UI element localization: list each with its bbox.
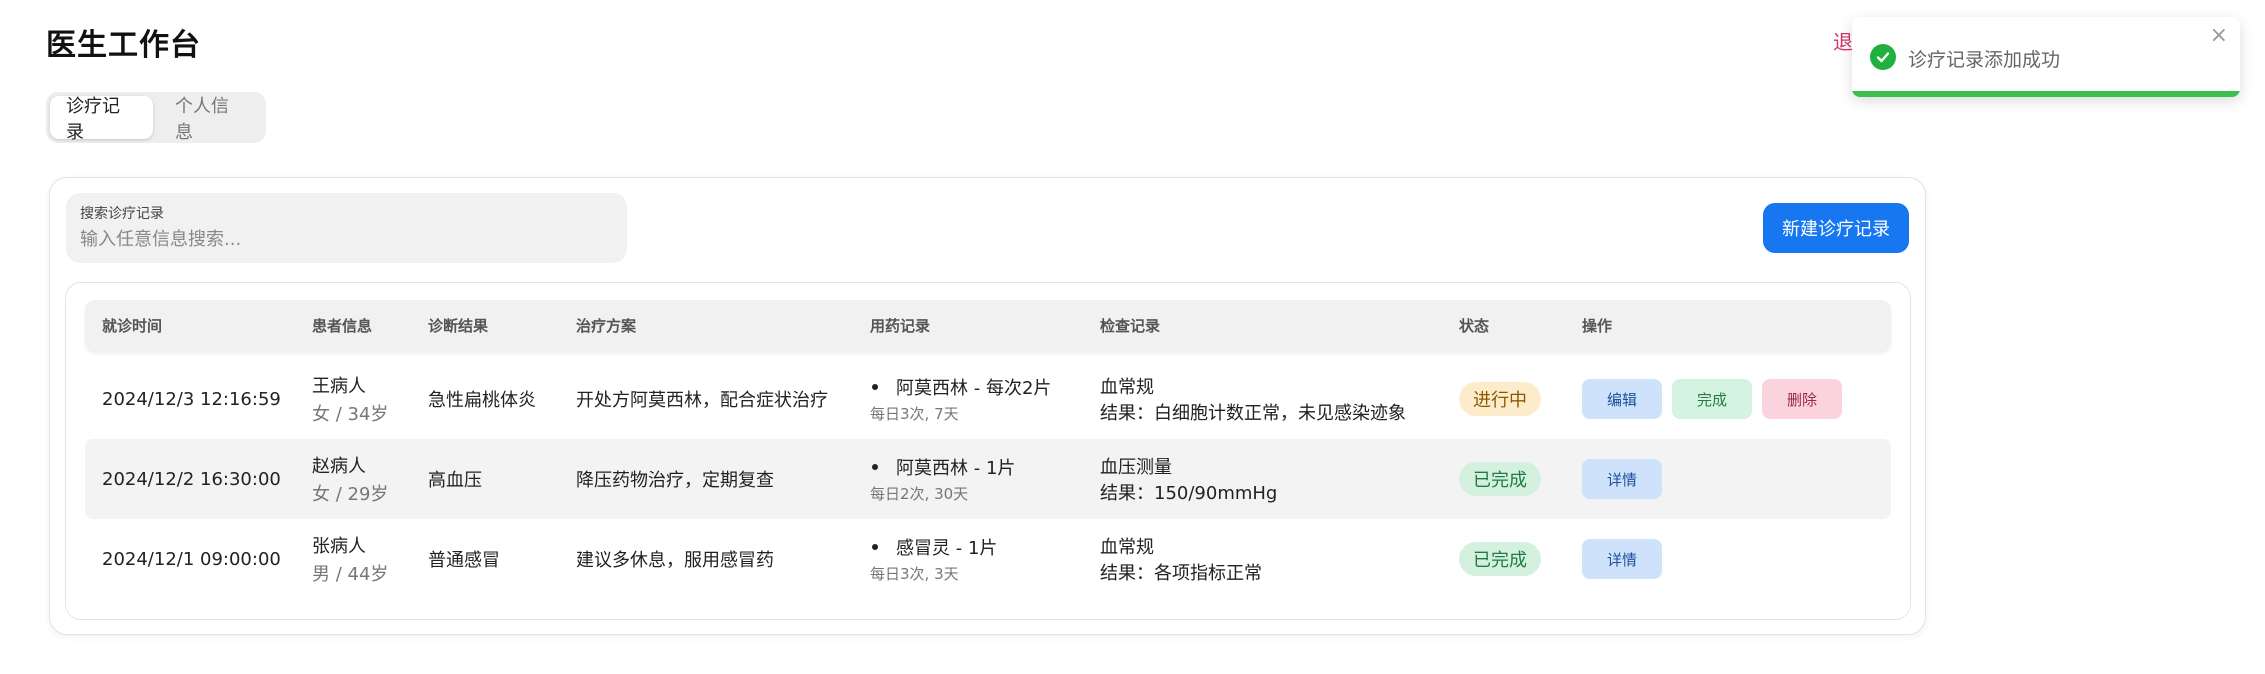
details-button[interactable]: 详情 (1582, 459, 1662, 499)
column-header-status: 状态 (1459, 317, 1490, 335)
status-badge: 进行中 (1459, 382, 1541, 416)
page-title: 医生工作台 (46, 28, 201, 63)
bullet-icon (872, 384, 878, 390)
patient-info: 赵病人 女 / 29岁 (312, 439, 388, 519)
tab-profile[interactable]: 个人信息 (159, 96, 262, 143)
search-label: 搜索诊疗记录 (80, 206, 164, 222)
treatment-plan: 开处方阿莫西林，配合症状治疗 (576, 390, 828, 411)
patient-name: 王病人 (312, 376, 366, 397)
patient-gender-age: 女 / 29岁 (312, 484, 389, 505)
actions-cell: 详情 (1582, 439, 1662, 519)
column-header-diagnosis: 诊断结果 (428, 317, 489, 335)
tab-records[interactable]: 诊疗记录 (50, 96, 153, 143)
patient-info: 王病人 女 / 34岁 (312, 359, 388, 439)
diagnosis: 急性扁桃体炎 (428, 390, 536, 411)
medication-name: 阿莫西林 - 每次2片 (896, 378, 1052, 399)
table-header: 就诊时间 患者信息 诊断结果 治疗方案 用药记录 检查记录 状态 操作 (85, 300, 1891, 352)
actions-cell: 详情 (1582, 519, 1662, 599)
treatment-plan: 降压药物治疗，定期复查 (576, 470, 774, 491)
records-card: 搜索诊疗记录 新建诊疗记录 就诊时间 患者信息 诊断结果 治疗方案 用药记录 检… (49, 177, 1926, 635)
tab-bar: 诊疗记录 个人信息 (46, 92, 266, 143)
medication-name: 阿莫西林 - 1片 (896, 458, 1016, 479)
exam-result: 结果：各项指标正常 (1100, 563, 1262, 584)
patient-gender-age: 男 / 44岁 (312, 564, 389, 585)
details-button[interactable]: 详情 (1582, 539, 1662, 579)
search-box: 搜索诊疗记录 (66, 193, 627, 263)
medication-line: 感冒灵 - 1片 (870, 534, 997, 560)
table-row: 2024/12/2 16:30:00 赵病人 女 / 29岁 高血压 降压药物治… (85, 439, 1891, 519)
status-badge: 已完成 (1459, 462, 1541, 496)
exam-result: 结果：白细胞计数正常，未见感染迹象 (1100, 403, 1406, 424)
medication-record: 阿莫西林 - 每次2片 每日3次, 7天 (870, 359, 1051, 439)
bullet-icon (872, 544, 878, 550)
bullet-icon (872, 464, 878, 470)
exam-record: 血常规 结果：各项指标正常 (1100, 519, 1262, 599)
search-input[interactable] (80, 229, 613, 250)
toast-progress-bar (1852, 91, 2240, 97)
edit-button[interactable]: 编辑 (1582, 379, 1662, 419)
medication-name: 感冒灵 - 1片 (896, 538, 998, 559)
medication-note: 每日3次, 3天 (870, 565, 959, 583)
visit-time: 2024/12/1 09:00:00 (102, 548, 281, 570)
medication-record: 感冒灵 - 1片 每日3次, 3天 (870, 519, 997, 599)
column-header-time: 就诊时间 (102, 317, 163, 335)
new-record-button[interactable]: 新建诊疗记录 (1763, 203, 1909, 253)
exam-record: 血常规 结果：白细胞计数正常，未见感染迹象 (1100, 359, 1406, 439)
complete-button[interactable]: 完成 (1672, 379, 1752, 419)
medication-note: 每日2次, 30天 (870, 485, 969, 503)
exam-record: 血压测量 结果：150/90mmHg (1100, 439, 1277, 519)
toast-message: 诊疗记录添加成功 (1908, 49, 2061, 71)
status-cell: 已完成 (1459, 519, 1541, 599)
column-header-patient: 患者信息 (312, 317, 373, 335)
treatment-plan: 建议多休息，服用感冒药 (576, 550, 774, 571)
exam-name: 血常规 (1100, 537, 1154, 558)
visit-time: 2024/12/2 16:30:00 (102, 468, 281, 490)
patient-gender-age: 女 / 34岁 (312, 404, 389, 425)
exam-result: 结果：150/90mmHg (1100, 483, 1278, 504)
status-cell: 进行中 (1459, 359, 1541, 439)
diagnosis: 普通感冒 (428, 550, 500, 571)
records-table: 就诊时间 患者信息 诊断结果 治疗方案 用药记录 检查记录 状态 操作 2024… (65, 282, 1911, 620)
medication-note: 每日3次, 7天 (870, 405, 959, 423)
logout-link[interactable]: 退 (1833, 26, 1853, 55)
medication-record: 阿莫西林 - 1片 每日2次, 30天 (870, 439, 1015, 519)
visit-time: 2024/12/3 12:16:59 (102, 388, 281, 410)
column-header-medication: 用药记录 (870, 317, 931, 335)
delete-button[interactable]: 删除 (1762, 379, 1842, 419)
table-row: 2024/12/1 09:00:00 张病人 男 / 44岁 普通感冒 建议多休… (85, 519, 1891, 599)
patient-name: 赵病人 (312, 456, 366, 477)
success-toast: 诊疗记录添加成功 × (1852, 17, 2240, 97)
medication-line: 阿莫西林 - 每次2片 (870, 374, 1051, 400)
column-header-exam: 检查记录 (1100, 317, 1161, 335)
diagnosis: 高血压 (428, 470, 482, 491)
column-header-treatment: 治疗方案 (576, 317, 637, 335)
patient-name: 张病人 (312, 536, 366, 557)
actions-cell: 编辑 完成 删除 (1582, 359, 1842, 439)
column-header-actions: 操作 (1582, 317, 1613, 335)
check-circle-icon (1870, 44, 1896, 70)
medication-line: 阿莫西林 - 1片 (870, 454, 1015, 480)
close-icon[interactable]: × (2210, 25, 2228, 47)
exam-name: 血常规 (1100, 377, 1154, 398)
exam-name: 血压测量 (1100, 457, 1172, 478)
table-row: 2024/12/3 12:16:59 王病人 女 / 34岁 急性扁桃体炎 开处… (85, 359, 1891, 439)
status-cell: 已完成 (1459, 439, 1541, 519)
status-badge: 已完成 (1459, 542, 1541, 576)
patient-info: 张病人 男 / 44岁 (312, 519, 388, 599)
